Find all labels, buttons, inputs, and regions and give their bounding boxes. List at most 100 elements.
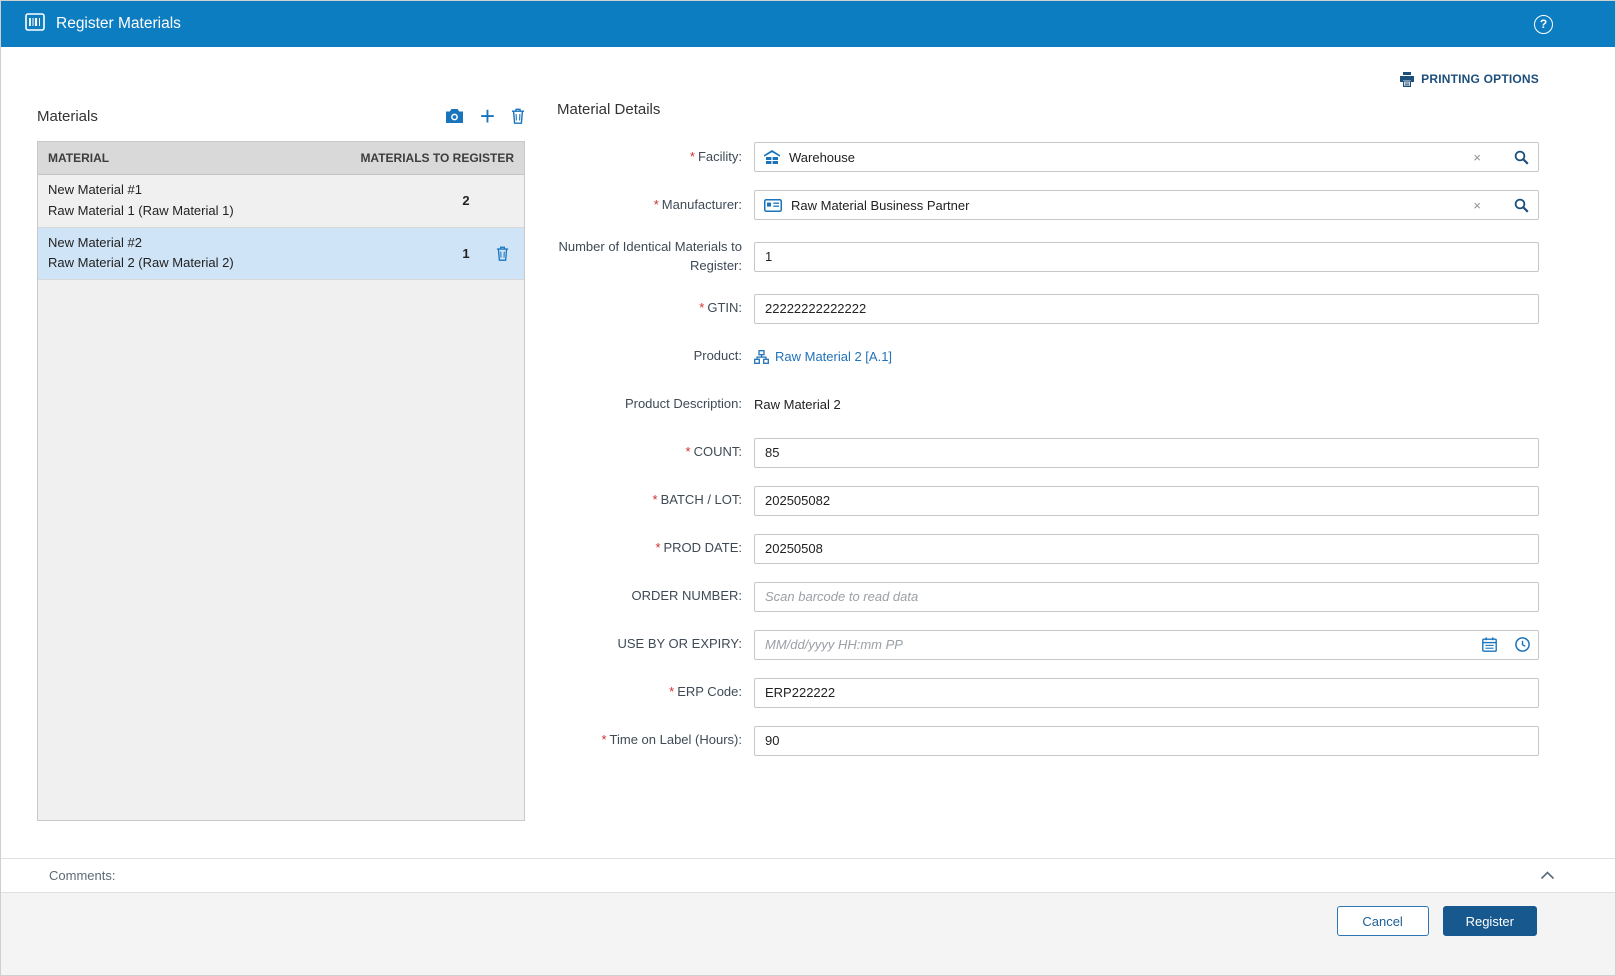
time-on-label-label: * Time on Label (Hours):	[601, 732, 742, 748]
product-description-value: Raw Material 2	[754, 397, 841, 413]
product-hierarchy-icon	[754, 349, 769, 364]
material-description: Raw Material 2 (Raw Material 2)	[48, 255, 234, 271]
material-row-selected[interactable]: New Material #2 Raw Material 2 (Raw Mate…	[38, 227, 524, 281]
register-materials-window: Register Materials ? PRINTING OPTIONS Ma…	[0, 0, 1616, 976]
prod-date-input[interactable]	[754, 533, 1539, 564]
cancel-button[interactable]: Cancel	[1336, 906, 1429, 936]
help-icon[interactable]: ?	[1534, 14, 1553, 34]
time-on-label-input[interactable]	[754, 725, 1539, 756]
calendar-icon[interactable]	[1482, 637, 1497, 653]
materials-table: MATERIAL MATERIALS TO REGISTER New Mater…	[37, 141, 525, 821]
count-label: * COUNT:	[685, 444, 742, 460]
business-partner-icon	[764, 198, 782, 212]
materials-actions: +	[445, 103, 525, 129]
manufacturer-value: Raw Material Business Partner	[791, 197, 970, 213]
manufacturer-search-icon[interactable]	[1514, 198, 1529, 213]
material-row-text: New Material #2 Raw Material 2 (Raw Mate…	[48, 233, 444, 275]
facility-icon	[764, 150, 780, 164]
material-row[interactable]: New Material #1 Raw Material 1 (Raw Mate…	[38, 175, 524, 228]
product-field: Raw Material 2 [A.1]	[754, 342, 1539, 372]
facility-clear-icon[interactable]: ×	[1473, 150, 1481, 165]
clock-icon[interactable]	[1515, 637, 1530, 653]
use-by-field	[754, 629, 1539, 660]
add-material-icon[interactable]: +	[480, 103, 495, 129]
identical-count-field	[754, 241, 1539, 272]
facility-label: * Facility:	[689, 148, 742, 164]
delete-material-icon[interactable]	[511, 108, 525, 124]
material-description: Raw Material 1 (Raw Material 1)	[48, 202, 234, 218]
materials-panel-header: Materials +	[37, 101, 525, 131]
order-number-input[interactable]	[754, 581, 1539, 612]
erp-code-label: * ERP Code:	[669, 684, 742, 700]
manufacturer-clear-icon[interactable]: ×	[1473, 198, 1481, 213]
time-on-label-field	[754, 725, 1539, 756]
facility-lookup-input[interactable]: Warehouse ×	[754, 142, 1539, 172]
gtin-label: * GTIN:	[699, 300, 742, 316]
batch-lot-input[interactable]	[754, 485, 1539, 516]
materials-table-header: MATERIAL MATERIALS TO REGISTER	[38, 142, 524, 175]
main-panels: Materials + MATERIAL MATERIALS TO REGIST…	[37, 101, 1539, 821]
register-button[interactable]: Register	[1442, 906, 1537, 936]
material-name: New Material #1	[48, 182, 142, 197]
comments-label: Comments:	[49, 868, 116, 883]
required-marker: *	[685, 444, 691, 460]
erp-code-field	[754, 677, 1539, 708]
use-by-field-icons	[1482, 630, 1530, 660]
required-marker: *	[652, 492, 658, 508]
order-number-label: ORDER NUMBER:	[631, 588, 742, 604]
printing-options-label: PRINTING OPTIONS	[1421, 72, 1539, 86]
use-by-input[interactable]	[754, 629, 1539, 660]
facility-search-icon[interactable]	[1514, 150, 1529, 165]
count-field	[754, 437, 1539, 468]
product-link-text: Raw Material 2 [A.1]	[775, 349, 893, 365]
titlebar: Register Materials ?	[1, 1, 1615, 47]
column-header-materials-to-register: MATERIALS TO REGISTER	[360, 151, 514, 165]
batch-lot-field	[754, 485, 1539, 516]
column-header-material: MATERIAL	[48, 151, 110, 165]
chevron-up-icon[interactable]	[1540, 871, 1555, 880]
material-row-text: New Material #1 Raw Material 1 (Raw Mate…	[48, 180, 444, 222]
required-marker: *	[699, 300, 705, 316]
comments-bar: Comments:	[1, 858, 1615, 893]
identical-count-label: Number of Identical Materials to Registe…	[558, 239, 742, 273]
product-description-field: Raw Material 2	[754, 390, 1539, 420]
printing-options-button[interactable]: PRINTING OPTIONS	[1399, 69, 1539, 89]
printing-options-row: PRINTING OPTIONS	[37, 69, 1539, 89]
prod-date-label: * PROD DATE:	[655, 540, 742, 556]
product-description-label: Product Description:	[624, 396, 742, 412]
material-details-panel: Material Details * Facility: Warehouse ×…	[557, 101, 1539, 821]
materials-heading: Materials	[37, 107, 98, 125]
required-marker: *	[669, 684, 675, 700]
facility-value: Warehouse	[789, 149, 855, 165]
required-marker: *	[689, 148, 695, 164]
use-by-label: USE BY OR EXPIRY:	[617, 636, 742, 652]
manufacturer-field: Raw Material Business Partner ×	[754, 190, 1539, 220]
content-area: PRINTING OPTIONS Materials + MATERIAL MA…	[1, 47, 1615, 858]
prod-date-field	[754, 533, 1539, 564]
required-marker: *	[601, 732, 607, 748]
materials-panel: Materials + MATERIAL MATERIALS TO REGIST…	[37, 101, 525, 821]
gtin-field	[754, 293, 1539, 324]
required-marker: *	[655, 540, 661, 556]
identical-count-input[interactable]	[754, 241, 1539, 272]
window-title: Register Materials	[56, 15, 181, 32]
materials-to-register-count: 1	[462, 245, 470, 261]
camera-icon[interactable]	[445, 108, 464, 124]
batch-lot-label: * BATCH / LOT:	[652, 492, 742, 508]
product-label: Product:	[693, 348, 742, 364]
material-details-heading: Material Details	[557, 101, 661, 118]
count-input[interactable]	[754, 437, 1539, 468]
footer-actions: Cancel Register	[1, 893, 1615, 975]
manufacturer-lookup-input[interactable]: Raw Material Business Partner ×	[754, 190, 1539, 220]
product-link[interactable]: Raw Material 2 [A.1]	[754, 349, 892, 364]
gtin-input[interactable]	[754, 293, 1539, 324]
erp-code-input[interactable]	[754, 677, 1539, 708]
register-materials-icon	[25, 12, 45, 36]
facility-field: Warehouse ×	[754, 142, 1539, 172]
printer-icon	[1399, 71, 1415, 87]
materials-to-register-count: 2	[462, 193, 470, 209]
order-number-field	[754, 581, 1539, 612]
delete-row-icon[interactable]	[488, 246, 516, 261]
manufacturer-label: * Manufacturer:	[653, 196, 742, 212]
required-marker: *	[653, 196, 659, 212]
